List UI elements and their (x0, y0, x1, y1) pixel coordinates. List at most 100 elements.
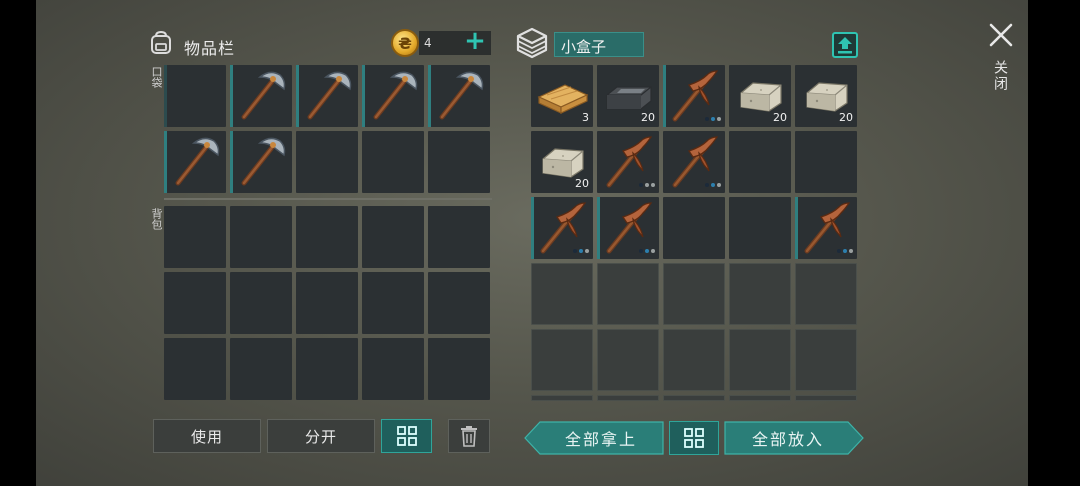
durability-dot (579, 249, 583, 253)
sort-container-button[interactable] (669, 421, 719, 455)
sort-inventory-button[interactable] (381, 419, 432, 453)
backpack-slot[interactable] (362, 338, 424, 400)
durability-dot (645, 183, 649, 187)
game-screen: 物品栏 ₴ 4 + 小盒子 关闭 口袋 背包 3 20 20 20 20 使用 分开 (0, 0, 1080, 486)
container-slot[interactable] (531, 197, 593, 259)
split-button[interactable]: 分开 (267, 419, 375, 453)
backpack-slot[interactable] (428, 206, 490, 268)
pocket-slot[interactable] (428, 65, 490, 127)
put-all-button[interactable]: 全部放入 (724, 421, 864, 455)
container-name: 小盒子 (561, 38, 607, 56)
locked-container-slot (531, 395, 593, 401)
backpack-slot[interactable] (296, 338, 358, 400)
container-slot[interactable] (663, 65, 725, 127)
container-slot[interactable] (795, 131, 857, 193)
container-slot[interactable]: 20 (531, 131, 593, 193)
locked-container-slot (795, 263, 857, 325)
container-slot[interactable] (663, 197, 725, 259)
backpack-icon (151, 30, 171, 54)
backpack-slot[interactable] (164, 338, 226, 400)
close-icon[interactable] (986, 20, 1016, 50)
locked-container-slot (795, 329, 857, 391)
container-slot[interactable] (597, 131, 659, 193)
backpack-slot[interactable] (230, 338, 292, 400)
section-divider (164, 198, 492, 200)
stone-pickaxe-icon (175, 137, 220, 186)
durability-dots (639, 249, 655, 253)
durability-dot (849, 249, 853, 253)
item-quantity: 20 (641, 111, 655, 124)
locked-container-slot (663, 395, 725, 401)
left-letterbox (0, 0, 36, 486)
container-slot[interactable]: 20 (729, 65, 791, 127)
container-slot[interactable]: 20 (795, 65, 857, 127)
store-button[interactable] (832, 32, 858, 58)
backpack-slot[interactable] (296, 206, 358, 268)
close-label[interactable]: 关闭 (990, 60, 1010, 92)
durability-dot (573, 249, 577, 253)
locked-container-slot (729, 395, 791, 401)
use-button[interactable]: 使用 (153, 419, 261, 453)
pocket-slot[interactable] (428, 131, 490, 193)
item-quantity: 3 (582, 111, 589, 124)
backpack-slot[interactable] (164, 272, 226, 334)
durability-dot (705, 117, 709, 121)
durability-dot (645, 249, 649, 253)
trash-icon (461, 426, 477, 447)
pocket-slot[interactable] (362, 131, 424, 193)
backpack-slot[interactable] (428, 338, 490, 400)
backpack-slot[interactable] (230, 206, 292, 268)
locked-container-slot (663, 263, 725, 325)
stone-pickaxe-icon (241, 71, 286, 120)
backpack-label: 背包 (150, 208, 163, 230)
pocket-slot[interactable] (362, 65, 424, 127)
pocket-slot[interactable] (164, 131, 226, 193)
locked-container-slot (531, 329, 593, 391)
backpack-slot[interactable] (164, 206, 226, 268)
durability-dot (639, 183, 643, 187)
backpack-slot[interactable] (230, 272, 292, 334)
grid-sort-icon (684, 428, 704, 448)
stone-pickaxe-icon (241, 137, 286, 186)
backpack-slot[interactable] (362, 206, 424, 268)
pocket-slot[interactable] (230, 131, 292, 193)
container-slot[interactable] (663, 131, 725, 193)
durability-dots (705, 183, 721, 187)
backpack-slot[interactable] (296, 272, 358, 334)
backpack-slot[interactable] (362, 272, 424, 334)
durability-dot (651, 249, 655, 253)
grid-sort-icon (396, 426, 417, 446)
pocket-label: 口袋 (150, 66, 163, 88)
stone-pickaxe-icon (373, 71, 418, 120)
item-quantity: 20 (773, 111, 787, 124)
locked-container-slot (729, 263, 791, 325)
right-letterbox (1028, 0, 1080, 486)
durability-dot (837, 249, 841, 253)
pocket-slot[interactable] (296, 131, 358, 193)
container-slot[interactable]: 20 (597, 65, 659, 127)
take-all-button[interactable]: 全部拿上 (524, 421, 664, 455)
coin-count: 4 (424, 36, 432, 50)
durability-dot (711, 117, 715, 121)
put-all-label: 全部放入 (751, 430, 824, 449)
add-coins-button[interactable]: + (464, 28, 486, 54)
locked-container-slot (663, 329, 725, 391)
container-slot[interactable]: 3 (531, 65, 593, 127)
pocket-slot[interactable] (230, 65, 292, 127)
durability-dot (717, 117, 721, 121)
pocket-slot[interactable] (164, 65, 226, 127)
container-slot[interactable] (795, 197, 857, 259)
container-slot[interactable] (729, 197, 791, 259)
durability-dots (705, 117, 721, 121)
container-slot[interactable] (597, 197, 659, 259)
discard-button[interactable] (448, 419, 490, 453)
durability-dots (837, 249, 853, 253)
container-slot[interactable] (729, 131, 791, 193)
stone-pickaxe-icon (307, 71, 352, 120)
stone-pickaxe-icon (439, 71, 484, 120)
durability-dot (711, 183, 715, 187)
durability-dots (639, 183, 655, 187)
durability-dot (705, 183, 709, 187)
backpack-slot[interactable] (428, 272, 490, 334)
pocket-slot[interactable] (296, 65, 358, 127)
